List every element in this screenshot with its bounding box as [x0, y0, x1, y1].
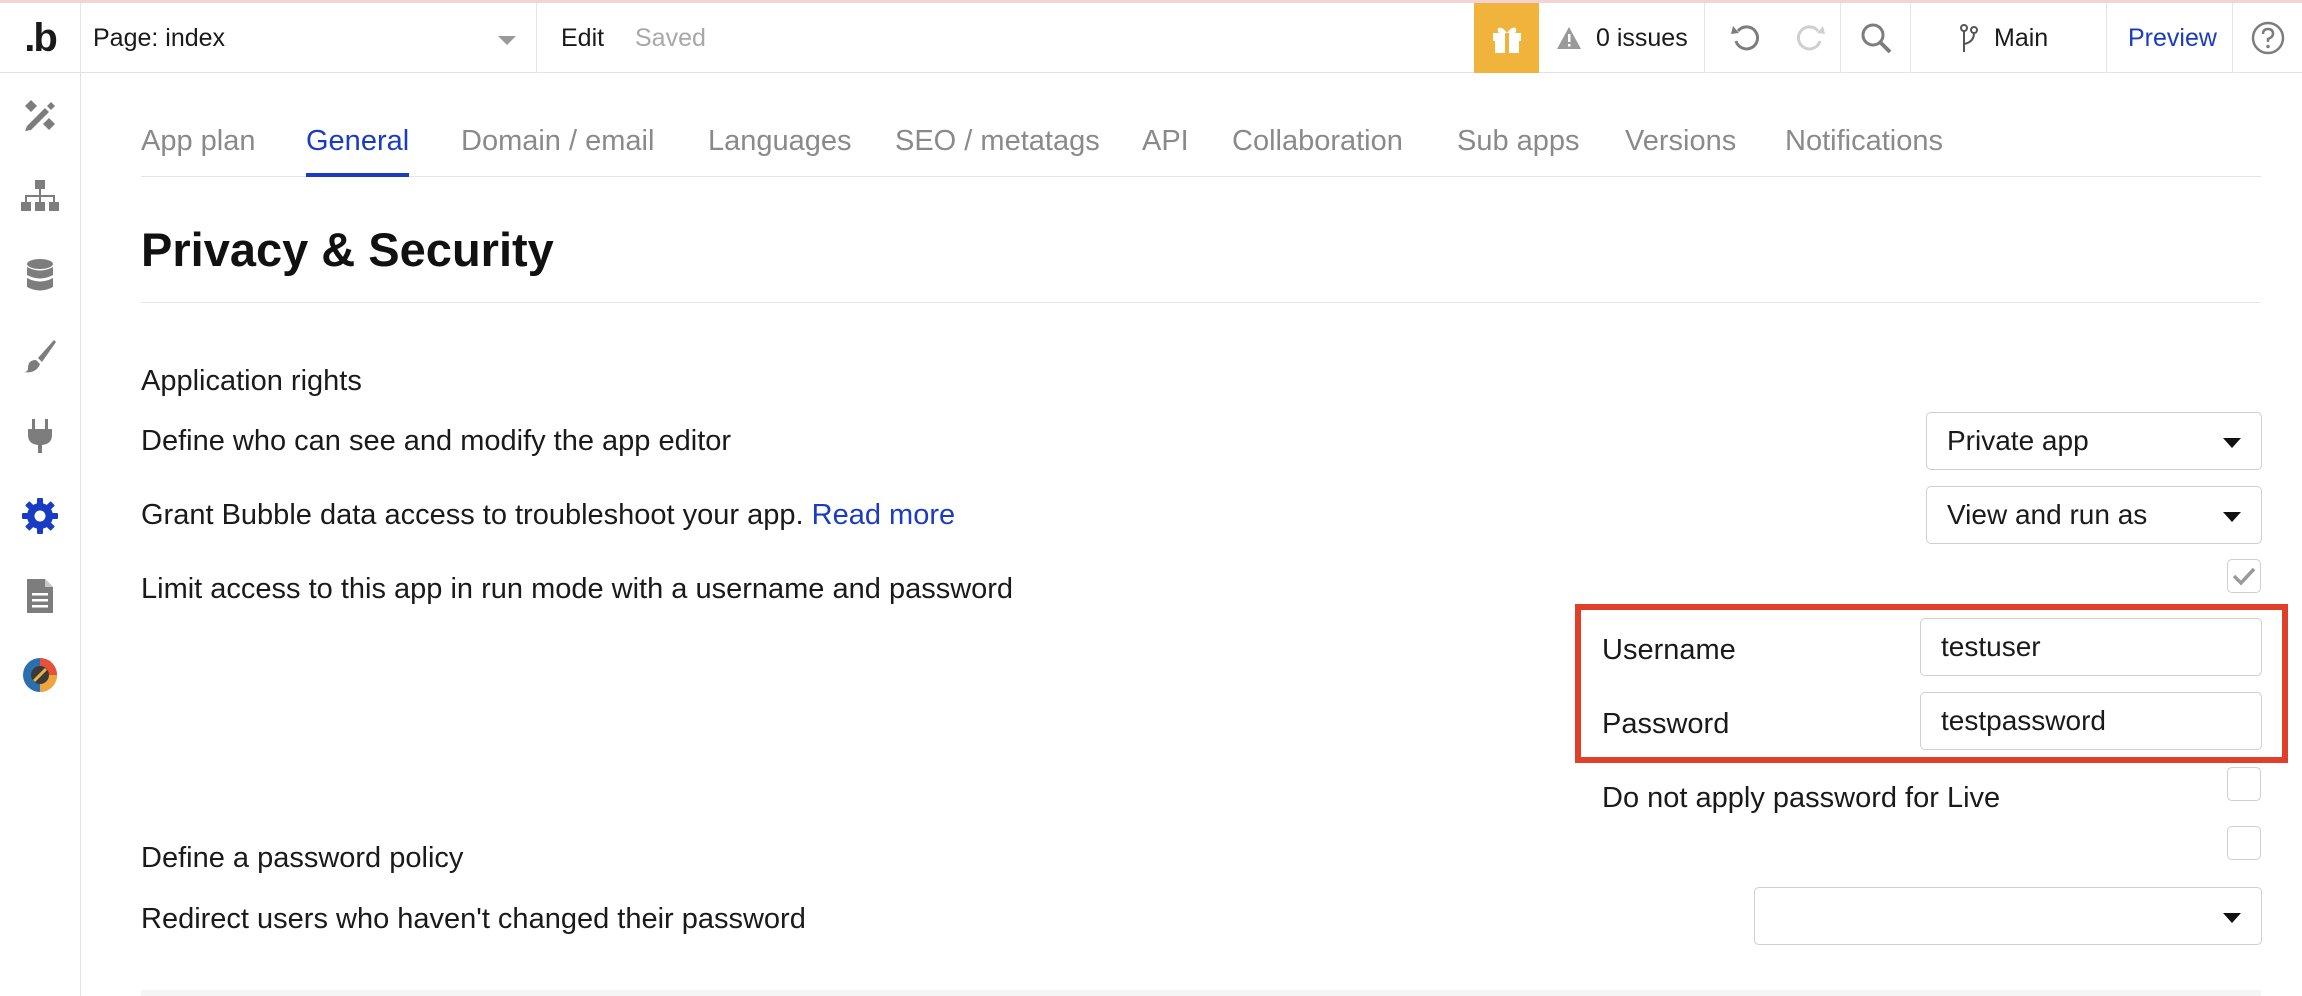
tab-versions[interactable]: Versions [1625, 125, 1736, 177]
edit-mode-label[interactable]: Edit [561, 3, 604, 73]
tab-app-plan[interactable]: App plan [141, 125, 256, 177]
tab-general[interactable]: General [306, 125, 410, 177]
tab-collaboration[interactable]: Collaboration [1232, 125, 1403, 177]
divider [1840, 3, 1841, 73]
divider [536, 3, 537, 73]
search-icon[interactable] [1852, 3, 1900, 73]
design-icon[interactable] [18, 93, 62, 137]
settings-tabs: App plan General Domain / email Language… [141, 125, 2261, 177]
tab-api[interactable]: API [1142, 125, 1189, 177]
app-icon[interactable] [18, 653, 62, 697]
no-password-live-checkbox[interactable] [2227, 767, 2261, 801]
styles-icon[interactable] [18, 334, 62, 378]
logs-icon[interactable] [18, 574, 62, 618]
chevron-down-icon [498, 36, 516, 45]
chevron-down-icon [2223, 512, 2241, 522]
issues-button[interactable]: 0 issues [1556, 3, 1688, 73]
checkmark-icon [2232, 567, 2256, 586]
data-access-label: Grant Bubble data access to troubleshoot… [141, 499, 955, 532]
read-more-link[interactable]: Read more [812, 499, 955, 531]
help-icon[interactable] [2250, 3, 2286, 73]
redo-icon[interactable] [1786, 3, 1834, 73]
limit-access-label: Limit access to this app in run mode wit… [141, 573, 1014, 605]
redirect-page-dropdown[interactable] [1754, 887, 2262, 945]
tab-sub-apps[interactable]: Sub apps [1457, 125, 1580, 177]
issues-label: 0 issues [1596, 23, 1688, 52]
page-selector[interactable]: Page: index [81, 3, 536, 73]
editor-access-label: Define who can see and modify the app ed… [141, 425, 732, 457]
branch-label: Main [1994, 23, 2049, 52]
preview-button[interactable]: Preview [2128, 3, 2217, 73]
workflow-icon[interactable] [18, 174, 62, 218]
tab-domain-email[interactable]: Domain / email [461, 125, 654, 177]
left-sidebar [0, 73, 81, 996]
divider [1704, 3, 1705, 73]
data-access-value: View and run as [1947, 499, 2148, 530]
settings-icon[interactable] [18, 494, 62, 538]
divider [141, 302, 2261, 303]
data-access-text: Grant Bubble data access to troubleshoot… [141, 499, 804, 531]
chevron-down-icon [2223, 438, 2241, 448]
warning-icon [1557, 27, 1581, 49]
password-policy-checkbox[interactable] [2227, 826, 2261, 860]
branch-selector[interactable]: Main [1958, 3, 2048, 73]
branch-icon [1960, 24, 1978, 52]
application-rights-heading: Application rights [141, 365, 362, 397]
divider [2232, 3, 2233, 73]
divider [2106, 3, 2107, 73]
editor-access-dropdown[interactable]: Private app [1926, 412, 2262, 470]
undo-icon[interactable] [1722, 3, 1770, 73]
limit-access-checkbox[interactable] [2227, 559, 2261, 593]
redirect-users-label: Redirect users who haven't changed their… [141, 903, 806, 935]
no-password-live-label: Do not apply password for Live [1602, 782, 2001, 814]
divider [1910, 3, 1911, 73]
data-access-dropdown[interactable]: View and run as [1926, 486, 2262, 544]
tab-languages[interactable]: Languages [708, 125, 852, 177]
highlight-annotation [1575, 604, 2288, 763]
divider [141, 990, 2261, 996]
plugins-icon[interactable] [18, 414, 62, 458]
gift-icon[interactable] [1474, 3, 1539, 73]
editor-access-value: Private app [1947, 425, 2089, 456]
page-title: Privacy & Security [141, 223, 554, 276]
data-icon[interactable] [18, 254, 62, 298]
tab-notifications[interactable]: Notifications [1785, 125, 1943, 177]
bubble-logo[interactable]: .b [0, 3, 80, 73]
top-bar: .b Page: index Edit Saved 0 issues Main … [0, 0, 2302, 73]
tab-seo-metatags[interactable]: SEO / metatags [895, 125, 1100, 177]
saved-status: Saved [635, 23, 706, 52]
password-policy-label: Define a password policy [141, 842, 464, 874]
page-selector-label: Page: index [93, 23, 226, 52]
chevron-down-icon [2223, 913, 2241, 923]
